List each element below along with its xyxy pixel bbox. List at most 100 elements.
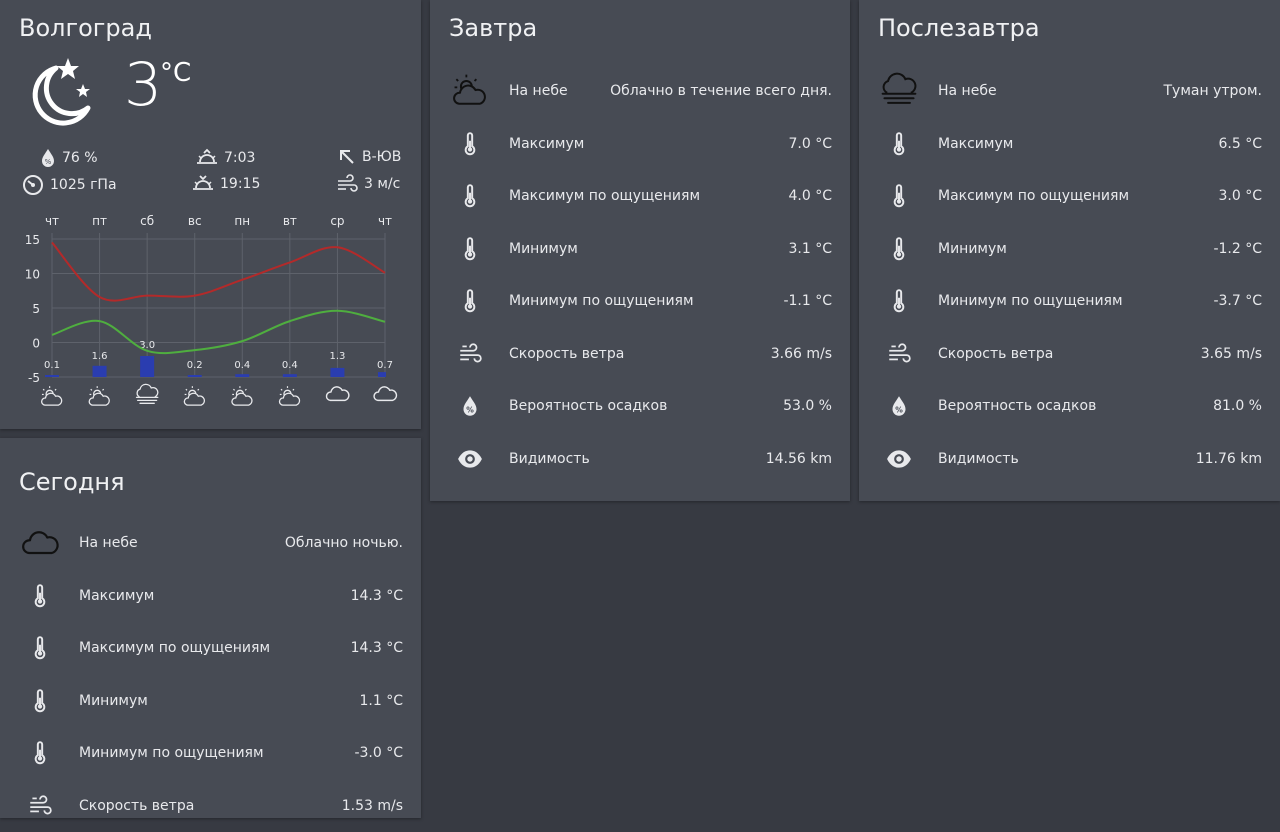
wind-direction: В-ЮВ	[338, 148, 401, 166]
wind-icon	[450, 334, 490, 374]
tomorrow-row: Минимум 3.1 °C	[430, 223, 850, 275]
today-row-label: Максимум по ощущениям	[79, 640, 271, 656]
wind-speed: 3 м/с	[336, 174, 400, 194]
pressure: 1025 гПа	[22, 174, 117, 196]
precipitation-label: 0.1	[44, 360, 60, 371]
fog-icon	[879, 71, 919, 111]
precipitation-bar	[282, 374, 297, 377]
tomorrow-row: Скорость ветра 3.66 m/s	[430, 328, 850, 380]
after-tomorrow-row-value: 11.76 km	[1195, 450, 1262, 467]
precipitation-bar	[92, 365, 107, 377]
precipitation-icon: %	[450, 386, 490, 426]
thermometer-icon	[450, 176, 490, 216]
tomorrow-row-value: -1.1 °C	[783, 293, 832, 309]
humidity: % 76 %	[40, 148, 98, 168]
after-tomorrow-row-label: Минимум по ощущениям	[938, 293, 1123, 309]
today-row-label: Минимум	[79, 692, 148, 709]
thermometer-icon	[20, 628, 60, 668]
today-row-value: 14.3 °C	[350, 640, 403, 656]
eye-icon	[879, 439, 919, 479]
thermometer-icon	[450, 124, 490, 164]
tomorrow-row-label: Вероятность осадков	[509, 398, 668, 414]
cloudy-sun-icon	[231, 386, 253, 406]
tomorrow-row-label: Минимум	[509, 240, 578, 257]
temperature-unit: °C	[160, 58, 192, 88]
thermometer-icon	[879, 229, 919, 269]
cloudy-sun-icon	[88, 386, 110, 406]
city-name: Волгоград	[19, 14, 152, 42]
after-tomorrow-row: Максимум по ощущениям 3.0 °C	[859, 170, 1280, 222]
tomorrow-row-value: 53.0 %	[783, 398, 832, 414]
after-tomorrow-row-label: Максимум	[938, 135, 1014, 152]
precipitation-bar	[187, 375, 202, 377]
thermometer-icon	[450, 229, 490, 269]
chart-day-label: ср	[330, 214, 344, 228]
wind-icon	[879, 334, 919, 374]
after-tomorrow-row-label: На небе	[938, 83, 997, 99]
today-row: Максимум 14.3 °C	[0, 570, 421, 622]
svg-text:%: %	[895, 406, 903, 415]
tomorrow-row: Видимость 14.56 km	[430, 433, 850, 485]
tomorrow-row-value: 3.66 m/s	[770, 345, 832, 362]
forecast-chart: чт пт сб вс пн вт ср чт151050-50.11.63.00.2 0.4 0…	[25, 214, 398, 406]
chart-day-label: пн	[234, 214, 250, 228]
chart-y-tick-label: 10	[25, 268, 40, 282]
today-row-value: -3.0 °C	[354, 745, 403, 761]
current-temperature: 3	[124, 50, 163, 120]
chart-y-tick-label: -5	[28, 371, 40, 385]
after-tomorrow-row: Видимость 11.76 km	[859, 433, 1280, 485]
precipitation-bar	[378, 372, 386, 377]
chart-day-label: вт	[283, 214, 297, 228]
today-row-label: Максимум	[79, 587, 155, 604]
tomorrow-row-label: Видимость	[509, 450, 590, 467]
precipitation-icon: %	[879, 386, 919, 426]
today-row: Минимум по ощущениям -3.0 °C	[0, 727, 421, 779]
sunset-value: 19:15	[220, 176, 261, 192]
thermometer-icon	[20, 681, 60, 721]
sunrise: 7:03	[196, 148, 255, 168]
after-tomorrow-row-label: Скорость ветра	[938, 345, 1054, 362]
tomorrow-row: На небе Облачно в течение всего дня.	[430, 65, 850, 117]
sunrise-value: 7:03	[224, 150, 256, 166]
precipitation-bar	[235, 374, 250, 377]
sunset: 19:15	[192, 174, 260, 194]
today-row-value: 14.3 °C	[350, 587, 403, 604]
today-row-label: Минимум по ощущениям	[79, 745, 264, 761]
sunrise-icon	[197, 148, 217, 164]
precipitation-label: 0.2	[187, 360, 203, 371]
chart-day-label: чт	[45, 214, 59, 228]
cloudy-sun-icon	[278, 386, 301, 406]
max-temperature-line	[51, 241, 386, 302]
precipitation-label: 0.4	[234, 360, 250, 371]
pressure-value: 1025 гПа	[50, 177, 117, 193]
sunset-icon	[193, 175, 213, 190]
thermometer-icon	[20, 576, 60, 616]
cloudy-sun-icon	[41, 386, 63, 406]
chart-day-label: пт	[92, 214, 107, 228]
precipitation-bar	[140, 356, 155, 377]
after-tomorrow-row: % Вероятность осадков 81.0 %	[859, 380, 1280, 432]
moon-stars-icon	[22, 56, 96, 130]
after-tomorrow-row-label: Максимум по ощущениям	[938, 188, 1130, 204]
tomorrow-row: Минимум по ощущениям -1.1 °C	[430, 275, 850, 327]
precipitation-bar	[45, 375, 59, 377]
thermometer-icon	[879, 124, 919, 164]
after-tomorrow-title: Послезавтра	[878, 14, 1040, 42]
current-weather-card: Волгоград 3 °C % 76 % 1025 гПа 7:03 19:1…	[0, 0, 421, 429]
chart-day-label: вс	[188, 214, 202, 228]
after-tomorrow-card: Послезавтра На небе Туман утром. Максимум 6…	[859, 0, 1280, 501]
svg-text:%: %	[45, 158, 52, 166]
chart-y-tick-label: 15	[25, 233, 40, 247]
after-tomorrow-row-value: -1.2 °C	[1213, 240, 1262, 257]
tomorrow-row-label: Максимум по ощущениям	[509, 188, 701, 204]
thermometer-icon	[20, 733, 60, 773]
precipitation-icon: %	[42, 149, 54, 167]
tomorrow-row-label: На небе	[509, 83, 568, 99]
after-tomorrow-row: На небе Туман утром.	[859, 65, 1280, 117]
after-tomorrow-row-value: 81.0 %	[1213, 398, 1262, 414]
today-row-value: 1.1 °C	[359, 692, 404, 709]
cloud-icon	[325, 386, 350, 402]
wind-direction-value: В-ЮВ	[362, 149, 402, 165]
after-tomorrow-row-label: Минимум	[938, 240, 1007, 257]
after-tomorrow-row-label: Видимость	[938, 450, 1019, 467]
